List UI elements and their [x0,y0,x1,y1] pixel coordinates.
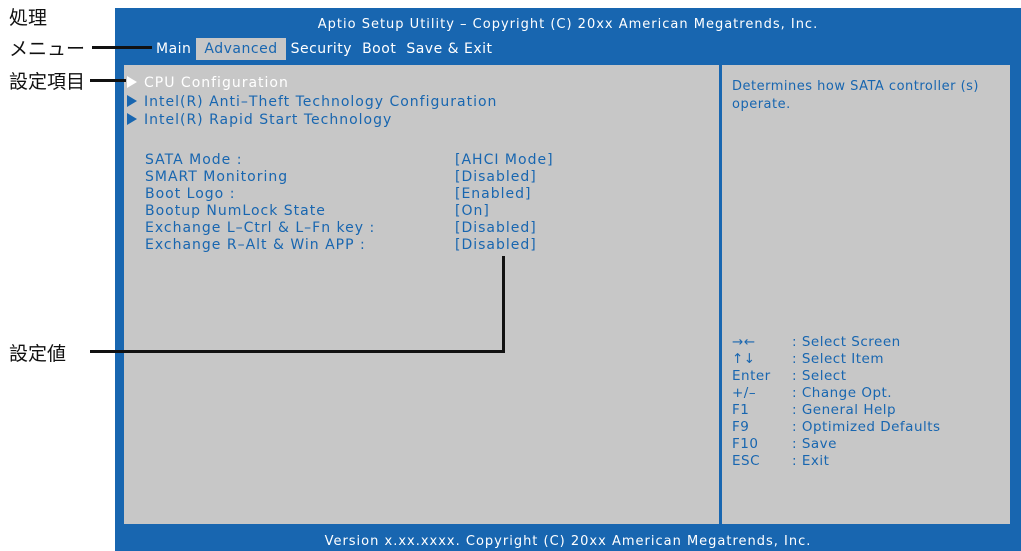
bios-title: Aptio Setup Utility – Copyright (C) 20xx… [317,17,819,32]
key-desc: : Select [792,368,847,384]
menu-tab-main[interactable]: Main [151,38,196,60]
menu-tab-advanced[interactable]: Advanced [196,38,286,60]
menu-tab-security[interactable]: Security [286,38,358,60]
setting-value-boot-logo[interactable]: [Enabled] [455,186,532,203]
menu-tab-boot[interactable]: Boot [357,38,401,60]
setting-label-numlock: Bootup NumLock State [145,203,326,219]
key-desc: : Save [792,436,837,452]
setting-value-sata-mode[interactable]: [AHCI Mode] [455,152,554,169]
key-desc: : Exit [792,453,830,469]
leader-line-values-vertical [502,256,505,353]
setting-label-boot-logo: Boot Logo : [145,186,236,202]
menu-bar: Main Advanced Security Boot Save & Exit [151,38,498,60]
leader-line-menu [92,46,152,49]
annotation-values: 設定値 [9,343,67,365]
annotation-menu-top: 処理 [9,7,48,29]
leader-line-values [90,350,505,353]
key-enter: Enter [732,368,771,384]
submenu-arrow-icon [127,76,137,88]
key-desc: : Change Opt. [792,385,893,401]
key-desc: : Select Screen [792,334,901,350]
setting-label-sata-mode: SATA Mode : [145,152,243,168]
submenu-arrow-icon [127,95,137,107]
key-f9: F9 [732,419,750,435]
submenu-label: Intel(R) Rapid Start Technology [144,112,393,128]
submenu-arrow-icon [127,113,137,125]
key-desc: : Optimized Defaults [792,419,941,435]
key-arrows-lr: →← [732,334,756,350]
menu-tab-save-exit[interactable]: Save & Exit [401,38,497,60]
setting-value-exchange-ctrl[interactable]: [Disabled] [455,220,537,237]
setting-label-smart: SMART Monitoring [145,169,289,185]
bios-screen: Aptio Setup Utility – Copyright (C) 20xx… [115,8,1021,551]
key-arrows-ud: ↑↓ [732,351,756,367]
key-esc: ESC [732,453,761,469]
key-f10: F10 [732,436,759,452]
key-plus-minus: +/– [732,385,757,401]
key-desc: : General Help [792,402,897,418]
key-f1: F1 [732,402,750,418]
annotation-items: 設定項目 [9,71,86,93]
bios-footer: Version x.xx.xxxx. Copyright (C) 20xx Am… [324,534,812,549]
setting-value-numlock[interactable]: [On] [455,203,490,220]
setting-label-exchange-ctrl: Exchange L–Ctrl & L–Fn key : [145,220,376,236]
setting-label-exchange-alt: Exchange R–Alt & Win APP : [145,237,366,253]
annotation-menu-bottom: メニュー [9,38,86,60]
help-text: Determines how SATA controller (s) opera… [732,79,979,112]
setting-value-exchange-alt[interactable]: [Disabled] [455,237,537,254]
submenu-anti-theft[interactable]: Intel(R) Anti–Theft Technology Configura… [127,93,497,111]
submenu-cpu-configuration[interactable]: CPU Configuration [127,74,289,92]
settings-panel: CPU Configuration Intel(R) Anti–Theft Te… [121,62,1013,527]
submenu-label: CPU Configuration [144,75,289,91]
leader-line-items [90,79,126,82]
setting-value-smart[interactable]: [Disabled] [455,169,537,186]
key-desc: : Select Item [792,351,885,367]
panel-divider [719,65,722,524]
submenu-rapid-start[interactable]: Intel(R) Rapid Start Technology [127,111,392,129]
submenu-label: Intel(R) Anti–Theft Technology Configura… [144,94,498,110]
